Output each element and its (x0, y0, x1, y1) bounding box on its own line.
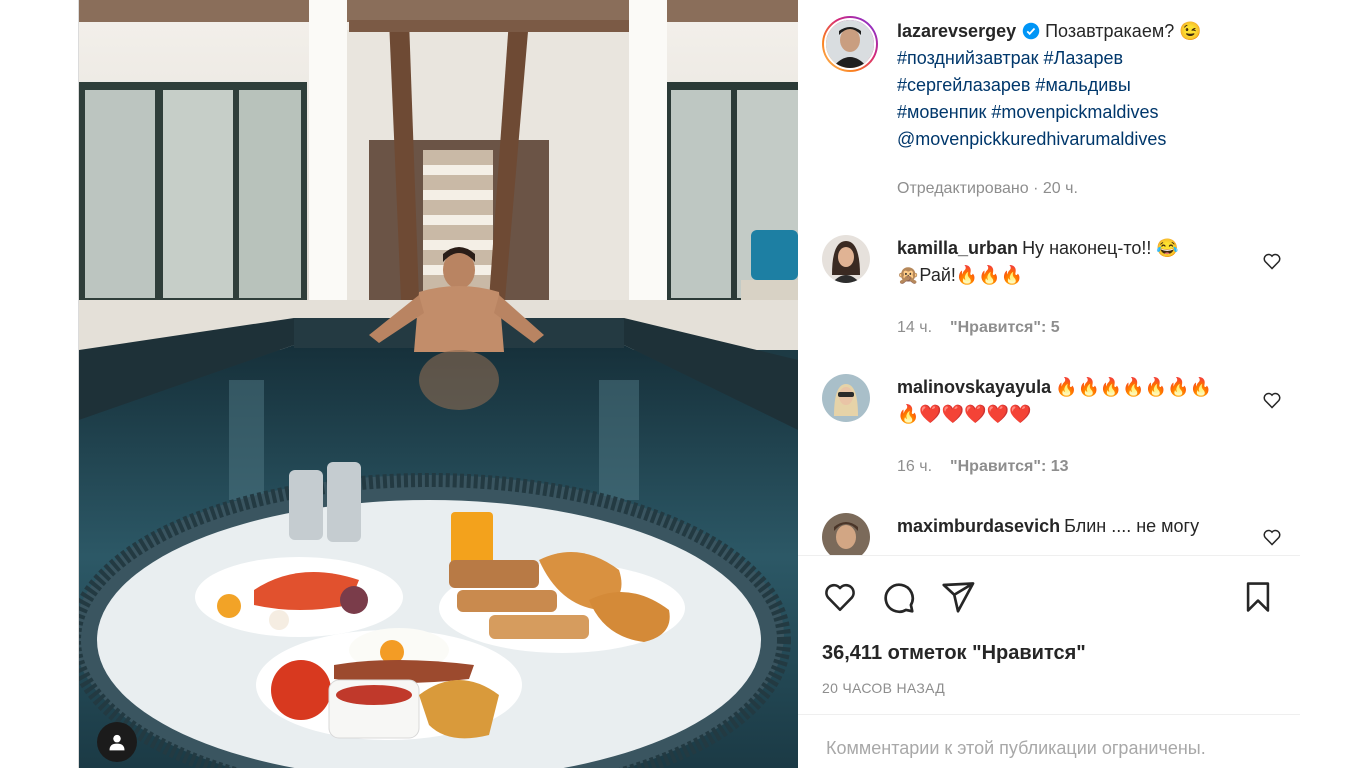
comment-text: malinovskayayula 🔥🔥🔥🔥🔥🔥🔥 🔥❤️❤️❤️❤️❤️ (897, 374, 1227, 428)
comment-username[interactable]: kamilla_urban (897, 238, 1018, 258)
post-photo[interactable] (79, 0, 798, 768)
comment-bubble-icon (884, 583, 915, 614)
commenter-avatar-image (822, 235, 870, 283)
caption-line-3[interactable]: #мовенпик #movenpickmaldives (897, 102, 1158, 122)
comment-line-0: 🔥🔥🔥🔥🔥🔥🔥 (1055, 377, 1212, 397)
comment-line-1: 🙊Рай!🔥🔥🔥 (897, 265, 1024, 285)
caption-line-4[interactable]: @movenpickkuredhivarumaldives (897, 129, 1166, 149)
paper-plane-icon (942, 582, 975, 613)
comment-meta: 14 ч. "Нравится": 5 (897, 319, 1060, 337)
commenter-avatar[interactable] (822, 235, 870, 283)
comment-likes[interactable]: "Нравится": 5 (950, 319, 1060, 336)
likes-count[interactable]: 36,411 отметок "Нравится" (822, 642, 1086, 665)
comments-thread[interactable]: lazarevsergey Позавтракаем? 😉 #позднийзав… (798, 0, 1300, 555)
comment-item: kamilla_urban Ну наконец-то!! 😂 🙊Рай!🔥🔥🔥 … (822, 235, 1282, 345)
comment-text: maximburdasevich Блин .... не могу (897, 513, 1227, 540)
caption-text: lazarevsergey Позавтракаем? 😉 #позднийзав… (897, 18, 1277, 153)
comment-like-heart-icon[interactable] (1262, 390, 1282, 410)
share-button[interactable] (938, 577, 978, 617)
comments-restricted-notice: Комментарии к этой публикации ограничены… (798, 714, 1300, 768)
commenter-avatar[interactable] (822, 513, 870, 555)
comment-line-0: Ну наконец-то!! 😂 (1022, 238, 1179, 258)
comment-time: 16 ч. (897, 458, 933, 475)
author-avatar-image (826, 20, 874, 68)
person-icon (109, 734, 125, 751)
commenter-avatar-image (822, 513, 870, 555)
post-dialog: lazarevsergey Позавтракаем? 😉 #позднийзав… (78, 0, 1300, 768)
caption-entry: lazarevsergey Позавтракаем? 😉 #позднийзав… (822, 16, 1282, 206)
heart-icon (825, 583, 855, 612)
comment-time: 14 ч. (897, 319, 933, 336)
commenter-avatar[interactable] (822, 374, 870, 422)
comment-text: kamilla_urban Ну наконец-то!! 😂 🙊Рай!🔥🔥🔥 (897, 235, 1227, 289)
comment-like-heart-icon[interactable] (1262, 527, 1282, 547)
post-time-ago: 20 ЧАСОВ НАЗАД (822, 680, 945, 696)
commenter-avatar-image (822, 374, 870, 422)
comment-line-1: 🔥❤️❤️❤️❤️❤️ (897, 404, 1032, 424)
caption-line-1[interactable]: #позднийзавтрак #Лазарев (897, 48, 1123, 68)
caption-edited-label: Отредактировано · 20 ч. (897, 180, 1078, 197)
comment-username[interactable]: maximburdasevich (897, 516, 1060, 536)
comment-meta: 16 ч. "Нравится": 13 (897, 458, 1069, 476)
like-button[interactable] (820, 577, 860, 617)
tagged-users-button[interactable] (97, 722, 137, 762)
author-username[interactable]: lazarevsergey (897, 21, 1016, 41)
comment-item: maximburdasevich Блин .... не могу (822, 513, 1282, 555)
comment-line-0: Блин .... не могу (1064, 516, 1200, 536)
bookmark-icon (1246, 582, 1270, 612)
caption-line-0: Позавтракаем? 😉 (1045, 21, 1202, 41)
comment-username[interactable]: malinovskayayula (897, 377, 1051, 397)
comment-likes[interactable]: "Нравится": 13 (950, 458, 1069, 475)
verified-badge-icon (1022, 22, 1040, 40)
save-button[interactable] (1238, 577, 1278, 617)
author-avatar[interactable] (822, 16, 878, 72)
post-actions-section: 36,411 отметок "Нравится" 20 ЧАСОВ НАЗАД… (798, 555, 1300, 768)
pool-breakfast-photo (79, 0, 798, 768)
comment-like-heart-icon[interactable] (1262, 251, 1282, 271)
post-side-panel: lazarevsergey Позавтракаем? 😉 #позднийзав… (798, 0, 1300, 768)
caption-line-2[interactable]: #сергейлазарев #мальдивы (897, 75, 1131, 95)
comment-button[interactable] (878, 577, 918, 617)
comment-item: malinovskayayula 🔥🔥🔥🔥🔥🔥🔥 🔥❤️❤️❤️❤️❤️ 16 ч… (822, 374, 1282, 484)
